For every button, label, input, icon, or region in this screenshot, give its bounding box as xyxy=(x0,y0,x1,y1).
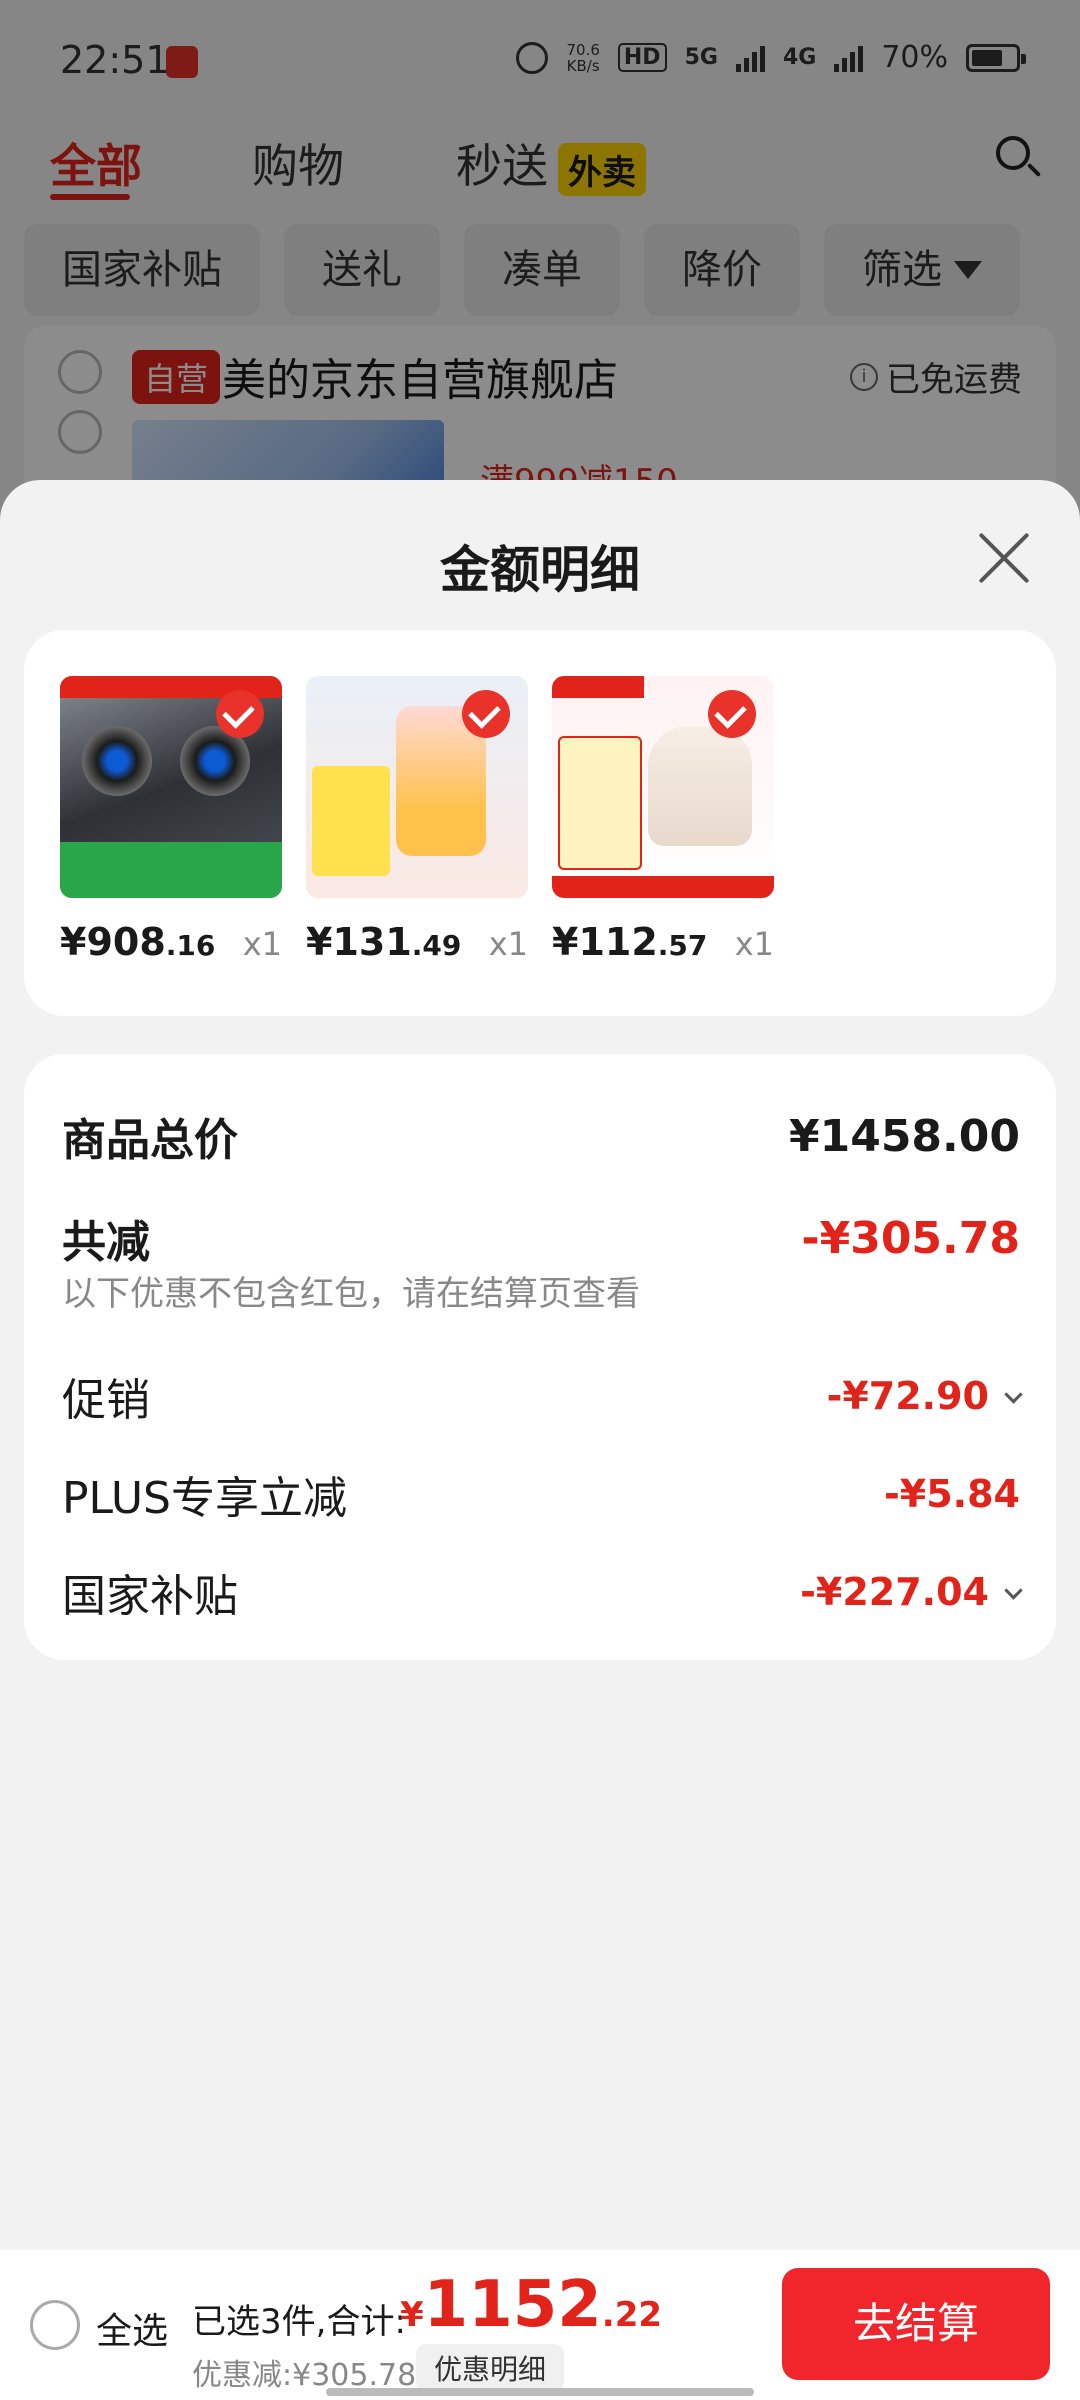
total-price-row: 商品总价 ¥1458.00 xyxy=(62,1104,1020,1168)
select-all-label[interactable]: 全选 xyxy=(96,2302,168,2354)
product-quantity: x1 xyxy=(488,925,528,963)
total-reduction-row: 共减 -¥305.78 xyxy=(62,1206,1020,1270)
product-item[interactable]: ¥112.57 x1 xyxy=(552,676,774,964)
national-subsidy-label: 国家补贴 xyxy=(62,1571,238,1622)
price-summary-card: 商品总价 ¥1458.00 共减 -¥305.78 以下优惠不包含红包，请在结算… xyxy=(24,1054,1056,1660)
modal-overlay[interactable] xyxy=(0,0,1080,520)
chevron-down-icon[interactable] xyxy=(1004,1581,1023,1600)
plus-discount-label: PLUS专享立减 xyxy=(62,1473,347,1524)
home-indicator[interactable] xyxy=(326,2388,754,2396)
checked-icon[interactable] xyxy=(462,690,510,738)
national-subsidy-value-group: -¥227.04 xyxy=(800,1570,1023,1614)
checked-icon[interactable] xyxy=(216,690,264,738)
promotion-value-group: -¥72.90 xyxy=(826,1374,1023,1418)
product-price: ¥131.49 xyxy=(306,920,462,964)
product-price: ¥908.16 xyxy=(60,920,216,964)
gas-stove-image xyxy=(60,676,282,898)
total-reduction-value: -¥305.78 xyxy=(801,1212,1020,1264)
promotion-label: 促销 xyxy=(62,1375,150,1426)
checked-icon[interactable] xyxy=(708,690,756,738)
promotion-row[interactable]: 促销 -¥72.90 xyxy=(62,1364,1023,1428)
total-price-value: ¥1458.00 xyxy=(788,1110,1020,1162)
product-price: ¥112.57 xyxy=(552,920,708,964)
amount-detail-sheet: 金额明细 ¥908.16 x1 ¥131.49 x1 ¥112.57 x1 商品… xyxy=(0,480,1080,2250)
selected-count: 已选3件,合计: xyxy=(192,2302,406,2342)
checkout-bar: 全选 已选3件,合计: ¥1152.22 优惠减:¥305.78 优惠明细 去结… xyxy=(0,2250,1080,2400)
national-subsidy-row[interactable]: 国家补贴 -¥227.04 xyxy=(62,1560,1023,1624)
selected-products-card: ¥908.16 x1 ¥131.49 x1 ¥112.57 x1 xyxy=(24,630,1056,1016)
sheet-title: 金额明细 xyxy=(440,541,640,599)
plus-discount-value: -¥5.84 xyxy=(884,1472,1020,1516)
discount-note: 以下优惠不包含红包，请在结算页查看 xyxy=(62,1274,640,1314)
close-icon[interactable] xyxy=(976,530,1032,586)
discount-detail-button[interactable]: 优惠明细 xyxy=(416,2344,565,2392)
select-all-radio[interactable] xyxy=(30,2300,80,2350)
chevron-down-icon[interactable] xyxy=(1004,1385,1023,1404)
product-quantity: x1 xyxy=(242,925,282,963)
total-reduction-label: 共减 xyxy=(62,1217,150,1268)
national-subsidy-value: -¥227.04 xyxy=(800,1570,989,1614)
product-item[interactable]: ¥908.16 x1 xyxy=(60,676,282,964)
total-amount: ¥1152.22 xyxy=(400,2268,663,2342)
blender-image xyxy=(306,676,528,898)
promotion-value: -¥72.90 xyxy=(826,1374,989,1418)
plus-discount-row: PLUS专享立减 -¥5.84 xyxy=(62,1462,1020,1526)
product-item[interactable]: ¥131.49 x1 xyxy=(306,676,528,964)
rice-cooker-image xyxy=(552,676,774,898)
product-quantity: x1 xyxy=(734,925,774,963)
checkout-button[interactable]: 去结算 xyxy=(782,2268,1050,2380)
total-price-label: 商品总价 xyxy=(62,1115,238,1166)
